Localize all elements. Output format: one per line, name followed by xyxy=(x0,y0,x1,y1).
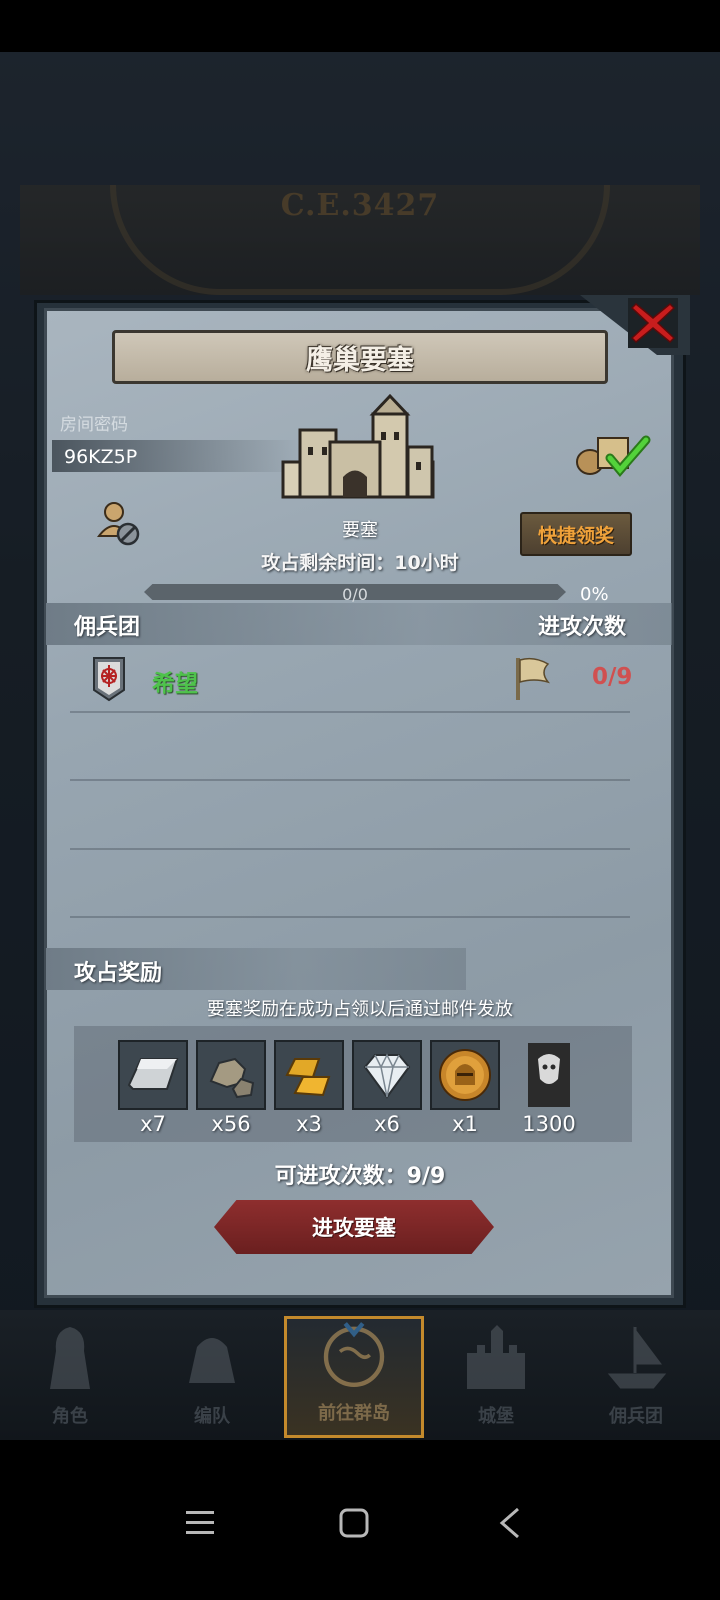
reward-qty: x3 xyxy=(296,1112,322,1136)
formation-helmet-icon xyxy=(177,1318,247,1398)
home-button[interactable] xyxy=(324,1500,384,1546)
reward-note: 要塞奖励在成功占领以后通过邮件发放 xyxy=(207,999,513,1020)
nav-character[interactable]: 角色 xyxy=(0,1316,140,1438)
capture-progress-percent: 0% xyxy=(580,584,609,605)
gold-bars-icon xyxy=(274,1040,344,1110)
remaining-attempts: 可进攻次数：9/9 xyxy=(274,1164,446,1189)
mercenary-attack-count: 0/9 xyxy=(592,664,633,690)
close-button[interactable] xyxy=(628,298,678,348)
attack-count-header: 进攻次数 xyxy=(538,615,627,640)
room-code-label: 房间密码 xyxy=(60,415,128,435)
ore-rock-icon xyxy=(196,1040,266,1110)
banner-icon xyxy=(514,1040,584,1110)
quick-claim-button[interactable]: 快捷领奖 xyxy=(520,512,632,556)
fortress-type-label: 要塞 xyxy=(342,520,378,541)
row-divider xyxy=(70,848,630,850)
attack-fortress-button[interactable]: 进攻要塞 xyxy=(214,1200,494,1254)
reward-item[interactable]: x6 xyxy=(352,1040,422,1136)
globe-compass-icon xyxy=(319,1315,389,1395)
capture-timer: 攻占剩余时间：10小时 xyxy=(261,552,459,574)
dialog-title: 鹰巢要塞 xyxy=(306,344,414,376)
mercenary-header: 佣兵团 xyxy=(74,615,141,640)
back-icon xyxy=(499,1507,519,1539)
reward-item[interactable]: x3 xyxy=(274,1040,344,1136)
nav-castle[interactable]: 城堡 xyxy=(426,1316,566,1438)
row-divider xyxy=(70,779,630,781)
reward-qty: x6 xyxy=(374,1112,400,1136)
silver-ingot-icon xyxy=(118,1040,188,1110)
knight-icon xyxy=(35,1318,105,1398)
reward-item[interactable]: x56 xyxy=(196,1040,266,1136)
fortress-castle-icon xyxy=(278,392,438,512)
attack-flag-icon xyxy=(512,656,552,702)
mercenary-emblem-icon xyxy=(92,656,126,702)
no-group-icon[interactable] xyxy=(96,500,142,548)
mercenary-name[interactable]: 希望 xyxy=(152,664,198,698)
diamond-icon xyxy=(352,1040,422,1110)
nav-formation[interactable]: 编队 xyxy=(142,1316,282,1438)
reward-header: 攻占奖励 xyxy=(74,961,163,986)
room-code-value[interactable]: 96KZ5P xyxy=(64,446,137,468)
mercenary-ship-icon xyxy=(601,1318,671,1398)
home-icon xyxy=(339,1508,369,1538)
attack-fortress-label: 进攻要塞 xyxy=(312,1216,396,1240)
menu-icon xyxy=(186,1511,214,1534)
row-divider xyxy=(70,711,630,713)
castle-icon xyxy=(461,1318,531,1398)
nav-label: 前往群岛 xyxy=(318,1403,390,1424)
back-button[interactable] xyxy=(480,1500,540,1546)
reward-qty: x1 xyxy=(452,1112,478,1136)
nav-islands[interactable]: 前往群岛 xyxy=(284,1316,424,1438)
nav-label: 编队 xyxy=(194,1406,230,1427)
helmet-coin-icon xyxy=(430,1040,500,1110)
reward-qty: 1300 xyxy=(522,1112,576,1136)
menu-button[interactable] xyxy=(170,1500,230,1546)
reward-qty: x7 xyxy=(140,1112,166,1136)
nav-label: 角色 xyxy=(52,1406,88,1427)
reward-item[interactable]: 1300 xyxy=(514,1040,584,1136)
dialog-title-plaque: 鹰巢要塞 xyxy=(112,330,608,384)
reward-item[interactable]: x1 xyxy=(430,1040,500,1136)
nav-label: 佣兵团 xyxy=(609,1406,663,1427)
reward-item[interactable]: x7 xyxy=(118,1040,188,1136)
close-icon xyxy=(628,298,678,348)
reward-qty: x56 xyxy=(211,1112,251,1136)
capture-progress-text: 0/0 xyxy=(342,585,368,604)
nav-mercenary[interactable]: 佣兵团 xyxy=(566,1316,706,1438)
nav-label: 城堡 xyxy=(478,1406,514,1427)
row-divider xyxy=(70,916,630,918)
reward-claimed-icon xyxy=(574,430,654,478)
